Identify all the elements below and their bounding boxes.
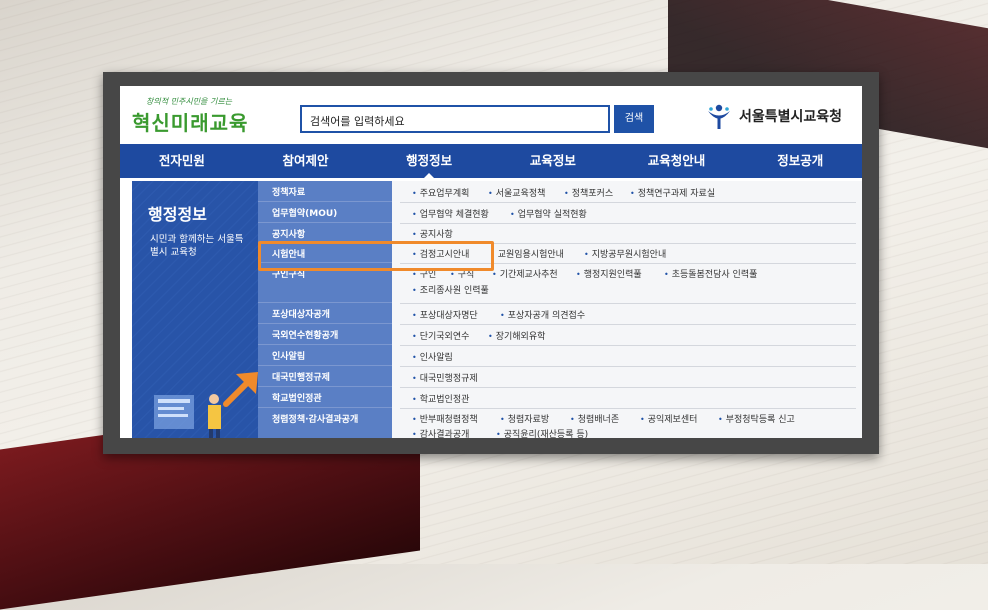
menu-row: 대국민행정규제 대국민행정규제 [258, 366, 862, 388]
menu-row: 학교법인정관 학교법인정관 [258, 387, 862, 409]
site-logo[interactable]: 창의적 민주시민을 기르는 혁신미래교육 [132, 96, 262, 136]
menu-link[interactable]: 부정청탁등록 신고 [718, 412, 795, 425]
website-screenshot: 창의적 민주시민을 기르는 혁신미래교육 검색어를 입력하세요 검색 서울특별시… [120, 86, 862, 438]
menu-row: 포상대상자공개 포상대상자명단 포상자공개 의견접수 [258, 303, 862, 325]
menu-link[interactable]: 공지사항 [412, 227, 453, 240]
menu-label-regulation[interactable]: 대국민행정규제 [258, 366, 392, 387]
menu-row: 청렴정책·감사결과공개 반부패청렴정책 청렴자료방 청렴배너존 공익제보센터 부… [258, 408, 862, 438]
menu-links: 단기국외연수 장기해외유학 [400, 324, 856, 346]
menu-row: 국외연수현황공개 단기국외연수 장기해외유학 [258, 324, 862, 346]
office-name: 서울특별시교육청 [739, 109, 843, 125]
menu-link[interactable]: 초등돌봄전담사 인력풀 [664, 267, 758, 280]
admin-menu: 정책자료 주요업무계획 서울교육정책 정책포커스 정책연구과제 자료실 업무협약… [258, 181, 862, 438]
menu-label-policy[interactable]: 정책자료 [258, 181, 392, 202]
menu-links: 업무협약 체결현황 업무협약 실적현황 [400, 202, 856, 224]
menu-label-personnel[interactable]: 인사알림 [258, 345, 392, 366]
menu-link[interactable]: 조리종사원 인력풀 [412, 283, 489, 296]
menu-link[interactable]: 단기국외연수 [412, 329, 470, 342]
menu-link[interactable]: 포상자공개 의견접수 [500, 308, 585, 321]
logo-tagline: 창의적 민주시민을 기르는 [146, 97, 233, 106]
nav-item-disclosure[interactable]: 정보공개 [738, 144, 862, 178]
menu-links: 대국민행정규제 [400, 366, 856, 388]
menu-link[interactable]: 청렴배너존 [570, 412, 619, 425]
menu-link[interactable]: 대국민행정규제 [412, 371, 478, 384]
menu-link[interactable]: 인사알림 [412, 350, 453, 363]
menu-label-school-corp[interactable]: 학교법인정관 [258, 387, 392, 408]
nav-item-civil[interactable]: 전자민원 [120, 144, 244, 178]
menu-link[interactable]: 업무협약 실적현황 [510, 207, 587, 220]
side-subtitle: 시민과 함께하는 서울특별시 교육청 [150, 234, 244, 258]
search-button[interactable]: 검색 [614, 105, 654, 133]
menu-link[interactable]: 기간제교사추천 [492, 267, 558, 280]
menu-links: 주요업무계획 서울교육정책 정책포커스 정책연구과제 자료실 [400, 181, 856, 203]
main-nav: 전자민원 참여제안 행정정보 교육정보 교육청안내 정보공개 [120, 144, 862, 178]
menu-link[interactable]: 업무협약 체결현황 [412, 207, 489, 220]
menu-link[interactable]: 청렴자료방 [500, 412, 549, 425]
menu-link[interactable]: 행정지원인력풀 [576, 267, 642, 280]
nav-item-office-guide[interactable]: 교육청안내 [615, 144, 739, 178]
office-logo[interactable]: 서울특별시교육청 [705, 100, 842, 132]
side-title: 행정정보 [148, 205, 207, 224]
menu-link[interactable]: 주요업무계획 [412, 186, 470, 199]
menu-label-awards[interactable]: 포상대상자공개 [258, 303, 392, 324]
menu-links: 포상대상자명단 포상자공개 의견접수 [400, 303, 856, 325]
menu-link[interactable]: 정책연구과제 자료실 [630, 186, 715, 199]
menu-link[interactable]: 포상대상자명단 [412, 308, 478, 321]
menu-link[interactable]: 공익제보센터 [640, 412, 698, 425]
site-header: 창의적 민주시민을 기르는 혁신미래교육 검색어를 입력하세요 검색 서울특별시… [120, 86, 862, 144]
nav-item-admin-info[interactable]: 행정정보 [367, 144, 491, 178]
menu-links: 학교법인정관 [400, 387, 856, 409]
menu-label-mou[interactable]: 업무협약(MOU) [258, 202, 392, 223]
menu-row: 업무협약(MOU) 업무협약 체결현황 업무협약 실적현황 [258, 202, 862, 224]
menu-link[interactable]: 감사결과공개 [412, 427, 470, 438]
nav-item-edu-info[interactable]: 교육정보 [491, 144, 615, 178]
menu-link[interactable]: 지방공무원시험안내 [584, 247, 667, 260]
menu-link[interactable]: 반부패청렴정책 [412, 412, 478, 425]
screenshot-frame: 창의적 민주시민을 기르는 혁신미래교육 검색어를 입력하세요 검색 서울특별시… [103, 72, 879, 454]
menu-row: 공지사항 공지사항 [258, 223, 862, 244]
office-emblem-icon [708, 104, 730, 129]
menu-link[interactable]: 교원임용시험안내 [490, 247, 564, 260]
menu-label-integrity[interactable]: 청렴정책·감사결과공개 [258, 408, 392, 438]
menu-link[interactable]: 학교법인정관 [412, 392, 470, 405]
logo-name: 혁신미래교육 [132, 111, 249, 135]
menu-links: 반부패청렴정책 청렴자료방 청렴배너존 공익제보센터 부정청탁등록 신고 감사결… [400, 408, 856, 438]
menu-link[interactable]: 정책포커스 [564, 186, 613, 199]
side-panel: 행정정보 시민과 함께하는 서울특별시 교육청 [132, 181, 258, 438]
menu-label-notice[interactable]: 공지사항 [258, 223, 392, 243]
search-input[interactable]: 검색어를 입력하세요 [300, 105, 610, 133]
menu-row: 인사알림 인사알림 [258, 345, 862, 367]
menu-label-overseas[interactable]: 국외연수현황공개 [258, 324, 392, 345]
menu-link[interactable]: 장기해외유학 [488, 329, 546, 342]
menu-link[interactable]: 서울교육정책 [488, 186, 546, 199]
menu-links: 인사알림 [400, 345, 856, 367]
menu-link[interactable]: 공직윤리(재산등록 등) [496, 427, 588, 438]
menu-row: 정책자료 주요업무계획 서울교육정책 정책포커스 정책연구과제 자료실 [258, 181, 862, 203]
nav-item-participation[interactable]: 참여제안 [244, 144, 368, 178]
highlight-box [258, 241, 494, 271]
